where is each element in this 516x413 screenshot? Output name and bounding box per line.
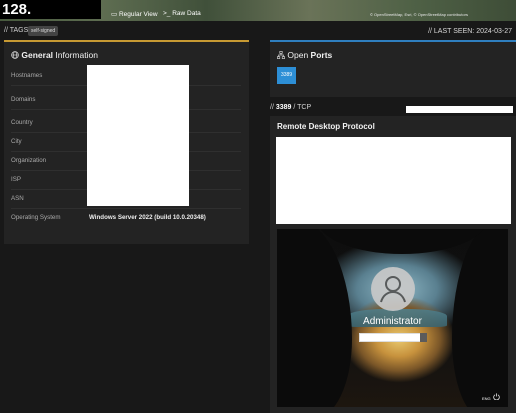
submit-arrow-button[interactable]	[420, 333, 427, 342]
info-value: Windows Server 2022 (build 10.0.20348)	[89, 214, 206, 221]
info-label: Organization	[11, 157, 47, 164]
general-information-title: General Information	[11, 50, 98, 60]
port-badge-3389[interactable]: 3389	[277, 67, 296, 84]
general-title-rest: Information	[55, 50, 98, 60]
info-label: Domains	[11, 96, 36, 103]
ip-address-title: 128.	[2, 1, 32, 18]
info-label: ISP	[11, 176, 21, 183]
tag-badge[interactable]: self-signed	[28, 26, 59, 36]
port-protocol: / TCP	[291, 104, 312, 111]
general-title-bold: General	[21, 50, 54, 60]
open-ports-title: Open Ports	[277, 50, 332, 60]
ports-title-bold: Ports	[310, 50, 333, 60]
tags-label: // TAGS:	[4, 27, 31, 34]
info-label: ASN	[11, 195, 24, 202]
user-avatar-icon	[371, 267, 415, 311]
power-icon	[493, 393, 500, 402]
info-label: Country	[11, 119, 33, 126]
info-label: City	[11, 138, 22, 145]
ports-title-pre: Open	[287, 50, 309, 60]
regular-view-link[interactable]: ▭ Regular View	[111, 10, 158, 18]
login-username: Administrator	[363, 316, 422, 327]
port-heading: // 3389 / TCP	[270, 104, 311, 111]
redaction-box	[276, 137, 511, 224]
password-field[interactable]	[359, 333, 421, 342]
network-icon	[277, 50, 287, 60]
window-icon: ▭	[111, 11, 118, 18]
last-seen: // LAST SEEN: 2024-03-27	[428, 28, 512, 35]
info-label: Operating System	[11, 214, 61, 221]
open-ports-panel: Open Ports 3389	[270, 40, 516, 97]
info-row-operating-system: Operating System Windows Server 2022 (bu…	[11, 209, 241, 227]
regular-view-label: Regular View	[118, 11, 158, 18]
info-label: Hostnames	[11, 72, 43, 79]
map-attribution: © OpenStreetMap, Esri, © OpenStreetMap c…	[370, 12, 468, 17]
port-number: 3389	[275, 104, 292, 111]
language-indicator: ENG	[482, 396, 491, 401]
globe-icon	[11, 50, 21, 60]
raw-data-link[interactable]: >_ Raw Data	[163, 10, 201, 17]
redaction-box	[406, 106, 513, 113]
terminal-icon: >_	[163, 10, 171, 17]
raw-data-label: Raw Data	[172, 10, 201, 17]
ip-title-box: 128.	[0, 0, 101, 19]
rdp-login-screenshot: Administrator ENG	[277, 229, 508, 407]
redaction-box	[87, 65, 189, 206]
header-map-strip: 128. ▭ Regular View >_ Raw Data © OpenSt…	[0, 0, 516, 21]
rdp-service-title: Remote Desktop Protocol	[277, 122, 375, 131]
